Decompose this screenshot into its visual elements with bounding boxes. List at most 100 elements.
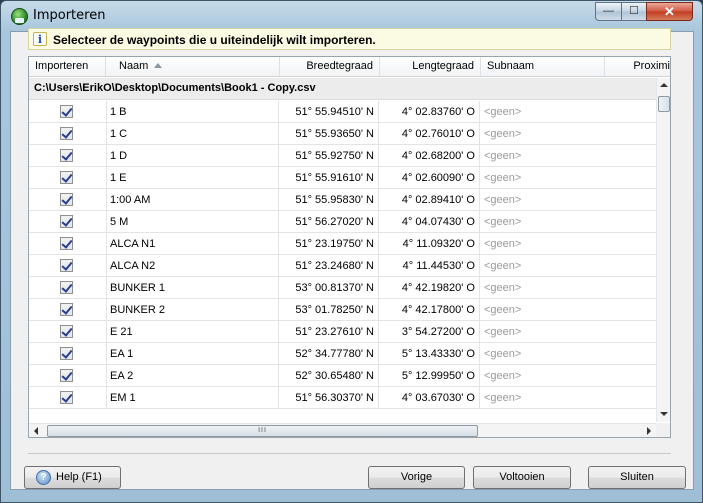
- longitude-cell: 4° 02.76010' O: [380, 123, 480, 145]
- import-checkbox[interactable]: [60, 215, 73, 228]
- title-bar[interactable]: Importeren — ☐ ✕: [1, 1, 702, 31]
- subname-cell: <geen>: [484, 172, 522, 184]
- import-checkbox-cell: [29, 233, 105, 255]
- horizontal-scrollbar[interactable]: III: [29, 423, 656, 437]
- subname-cell: <geen>: [484, 106, 522, 118]
- import-checkbox[interactable]: [60, 347, 73, 360]
- table-row[interactable]: ALCA N2 51° 23.24680' N 4° 11.44530' O <gee…: [29, 255, 656, 277]
- previous-button[interactable]: Vorige: [368, 466, 465, 489]
- table-row[interactable]: EA 1 52° 34.77780' N 5° 13.43330' O <geen>: [29, 343, 656, 365]
- import-checkbox[interactable]: [60, 259, 73, 272]
- latitude-cell: 51° 55.94510' N: [280, 101, 379, 123]
- scrollbar-corner: [656, 423, 670, 437]
- import-checkbox-cell: [29, 211, 105, 233]
- scroll-right-arrow-icon[interactable]: [647, 427, 651, 435]
- horizontal-scroll-thumb[interactable]: III: [47, 425, 478, 437]
- help-icon: ?: [36, 470, 51, 485]
- finish-button[interactable]: Voltooien: [473, 466, 571, 489]
- table-row[interactable]: 1:00 AM 51° 55.95830' N 4° 02.89410' O <gee…: [29, 189, 656, 211]
- longitude-cell: 4° 02.60090' O: [380, 167, 480, 189]
- longitude-cell: 4° 42.19820' O: [380, 277, 480, 299]
- column-header-lengtegraad[interactable]: Lengtegraad: [380, 57, 481, 76]
- column-header-subnaam[interactable]: Subnaam: [481, 57, 605, 76]
- import-checkbox-cell: [29, 343, 105, 365]
- column-header-proximity[interactable]: Proximi: [605, 57, 670, 76]
- latitude-cell: 53° 01.78250' N: [280, 299, 379, 321]
- import-checkbox[interactable]: [60, 149, 73, 162]
- group-row-file-path[interactable]: C:\Users\ErikO\Desktop\Documents\Book1 -…: [29, 78, 656, 100]
- import-checkbox[interactable]: [60, 369, 73, 382]
- close-button[interactable]: Sluiten: [588, 466, 686, 489]
- import-checkbox[interactable]: [60, 193, 73, 206]
- subname-cell: <geen>: [484, 326, 522, 338]
- import-checkbox-cell: [29, 145, 105, 167]
- maximize-button[interactable]: ☐: [621, 2, 647, 21]
- help-button[interactable]: ? Help (F1): [24, 466, 121, 489]
- column-header-breedtegraad[interactable]: Breedtegraad: [280, 57, 380, 76]
- longitude-cell: 4° 02.83760' O: [380, 101, 480, 123]
- subname-cell: <geen>: [484, 260, 522, 272]
- table-row[interactable]: 1 D 51° 55.92750' N 4° 02.68200' O <geen>: [29, 145, 656, 167]
- waypoint-name-cell: ALCA N2: [106, 255, 279, 277]
- longitude-cell: 4° 11.44530' O: [380, 255, 480, 277]
- latitude-cell: 51° 55.92750' N: [280, 145, 379, 167]
- import-checkbox[interactable]: [60, 105, 73, 118]
- waypoint-name-cell: E 21: [106, 321, 279, 343]
- longitude-cell: 4° 11.09320' O: [380, 233, 480, 255]
- window-title: Importeren: [33, 8, 106, 23]
- subname-cell: <geen>: [484, 370, 522, 382]
- import-checkbox[interactable]: [60, 325, 73, 338]
- import-checkbox[interactable]: [60, 237, 73, 250]
- minimize-button[interactable]: —: [595, 2, 622, 21]
- longitude-cell: 4° 02.89410' O: [380, 189, 480, 211]
- import-checkbox[interactable]: [60, 391, 73, 404]
- import-checkbox-cell: [29, 255, 105, 277]
- import-checkbox-cell: [29, 321, 105, 343]
- waypoint-name-cell: 1 E: [106, 167, 279, 189]
- waypoint-name-cell: BUNKER 2: [106, 299, 279, 321]
- latitude-cell: 52° 30.65480' N: [280, 365, 379, 387]
- longitude-cell: 4° 04.07430' O: [380, 211, 480, 233]
- waypoint-name-cell: BUNKER 1: [106, 277, 279, 299]
- column-header-naam[interactable]: Naam: [106, 57, 280, 76]
- scroll-up-arrow-icon[interactable]: [660, 83, 668, 87]
- subname-cell: <geen>: [484, 304, 522, 316]
- table-row[interactable]: BUNKER 2 53° 01.78250' N 4° 42.17800' O <ge…: [29, 299, 656, 321]
- footer-divider: [28, 453, 671, 454]
- table-row[interactable]: EA 2 52° 30.65480' N 5° 12.99950' O <geen>: [29, 365, 656, 387]
- waypoint-name-cell: 5 M: [106, 211, 279, 233]
- import-checkbox[interactable]: [60, 127, 73, 140]
- table-row[interactable]: ALCA N1 51° 23.19750' N 4° 11.09320' O <gee…: [29, 233, 656, 255]
- import-dialog-window: Importeren — ☐ ✕ i Selecteer de waypoint…: [0, 0, 703, 503]
- latitude-cell: 51° 56.30370' N: [280, 387, 379, 409]
- table-row[interactable]: EM 1 51° 56.30370' N 4° 03.67030' O <geen>: [29, 387, 656, 409]
- latitude-cell: 52° 34.77780' N: [280, 343, 379, 365]
- table-row[interactable]: 5 M 51° 56.27020' N 4° 04.07430' O <geen>: [29, 211, 656, 233]
- close-window-button[interactable]: ✕: [646, 2, 693, 21]
- vertical-scrollbar[interactable]: [656, 78, 670, 422]
- scroll-left-arrow-icon[interactable]: [34, 427, 38, 435]
- table-row[interactable]: 1 C 51° 55.93650' N 4° 02.76010' O <geen>: [29, 123, 656, 145]
- help-button-label: Help (F1): [56, 471, 102, 483]
- column-header-importeren[interactable]: Importeren: [29, 57, 106, 76]
- table-row[interactable]: BUNKER 1 53° 00.81370' N 4° 42.19820' O <ge…: [29, 277, 656, 299]
- info-icon: i: [33, 32, 47, 46]
- latitude-cell: 51° 23.27610' N: [280, 321, 379, 343]
- subname-cell: <geen>: [484, 128, 522, 140]
- waypoint-grid: Importeren Naam Breedtegraad Lengtegraad…: [28, 56, 671, 438]
- latitude-cell: 51° 56.27020' N: [280, 211, 379, 233]
- grid-header: Importeren Naam Breedtegraad Lengtegraad…: [29, 57, 670, 77]
- import-checkbox[interactable]: [60, 171, 73, 184]
- table-row[interactable]: 1 B 51° 55.94510' N 4° 02.83760' O <geen>: [29, 101, 656, 123]
- table-row[interactable]: 1 E 51° 55.91610' N 4° 02.60090' O <geen>: [29, 167, 656, 189]
- import-checkbox[interactable]: [60, 281, 73, 294]
- vertical-scroll-thumb[interactable]: [658, 96, 670, 112]
- waypoint-name-cell: 1:00 AM: [106, 189, 279, 211]
- subname-cell: <geen>: [484, 194, 522, 206]
- import-checkbox[interactable]: [60, 303, 73, 316]
- scroll-down-arrow-icon[interactable]: [660, 412, 668, 416]
- table-row[interactable]: E 21 51° 23.27610' N 3° 54.27200' O <geen>: [29, 321, 656, 343]
- latitude-cell: 51° 55.91610' N: [280, 167, 379, 189]
- latitude-cell: 51° 23.19750' N: [280, 233, 379, 255]
- import-checkbox-cell: [29, 167, 105, 189]
